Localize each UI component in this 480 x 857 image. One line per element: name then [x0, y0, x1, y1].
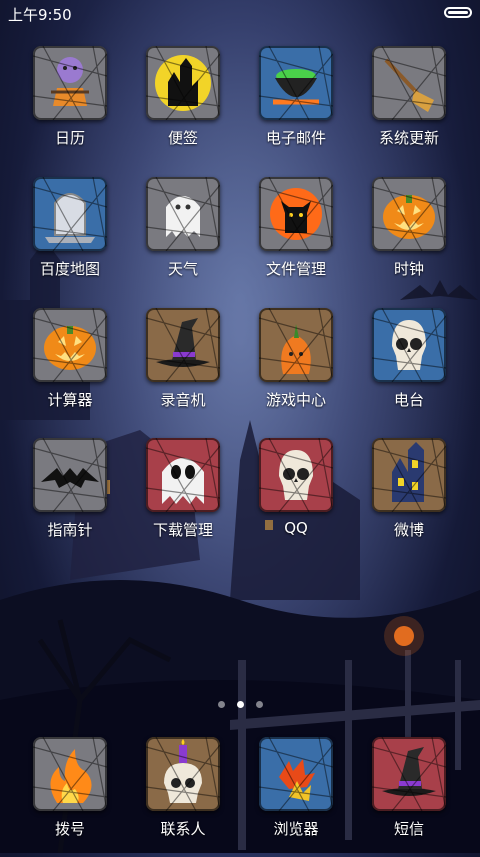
status-bar: 上午9:50	[0, 0, 480, 26]
app-label: 下载管理	[152, 521, 213, 539]
app-label: 时钟	[393, 260, 424, 278]
app-item[interactable]: 系统更新	[359, 42, 459, 162]
skull-icon[interactable]	[259, 438, 333, 512]
app-label: 电子邮件	[265, 129, 326, 147]
app-item[interactable]: 便签	[133, 42, 233, 162]
ghost-skull-icon[interactable]	[146, 438, 220, 512]
app-label: 指南针	[47, 521, 93, 539]
dock: 拨号 联系人 浏览器 短信	[0, 733, 480, 853]
app-item[interactable]: 时钟	[359, 173, 459, 293]
app-item[interactable]: 指南针	[20, 434, 120, 554]
app-item[interactable]: 录音机	[133, 304, 233, 424]
app-item[interactable]: 计算器	[20, 304, 120, 424]
haunted-house-moon-icon[interactable]	[146, 46, 220, 120]
app-item[interactable]: 日历	[20, 42, 120, 162]
pumpkin-icon[interactable]	[259, 308, 333, 382]
app-label: 录音机	[160, 391, 206, 409]
broom-icon[interactable]	[372, 46, 446, 120]
page-dot[interactable]	[256, 701, 263, 708]
dock-item[interactable]: 短信	[359, 733, 459, 853]
app-label: 天气	[167, 260, 198, 278]
black-cat-icon[interactable]	[259, 177, 333, 251]
app-label: 日历	[54, 129, 85, 147]
app-label: 游戏中心	[265, 391, 326, 409]
app-item[interactable]: 文件管理	[246, 173, 346, 293]
cauldron-icon[interactable]	[259, 46, 333, 120]
dock-item[interactable]: 拨号	[20, 733, 120, 853]
dock-item[interactable]: 联系人	[133, 733, 233, 853]
app-item[interactable]: 下载管理	[133, 434, 233, 554]
page-indicator	[0, 701, 480, 711]
witch-hat-icon[interactable]	[146, 308, 220, 382]
dock-label: 浏览器	[273, 820, 319, 838]
dock-label: 短信	[393, 820, 424, 838]
app-label: 电台	[393, 391, 424, 409]
jack-o-lantern-icon[interactable]	[33, 308, 107, 382]
app-label: 百度地图	[39, 260, 100, 278]
app-label: 文件管理	[265, 260, 326, 278]
page-dot[interactable]	[218, 701, 225, 708]
dock-label: 拨号	[54, 820, 85, 838]
app-item[interactable]: 天气	[133, 173, 233, 293]
app-item[interactable]: 微博	[359, 434, 459, 554]
app-label: 微博	[393, 521, 424, 539]
ghost-icon[interactable]	[146, 177, 220, 251]
skull-icon[interactable]	[372, 308, 446, 382]
jack-o-lantern-icon[interactable]	[372, 177, 446, 251]
scarecrow-icon[interactable]	[33, 46, 107, 120]
app-label: 计算器	[47, 391, 93, 409]
haunted-house-icon[interactable]	[372, 438, 446, 512]
autumn-leaves-icon[interactable]	[259, 737, 333, 811]
flame-icon[interactable]	[33, 737, 107, 811]
app-item[interactable]: 电子邮件	[246, 42, 346, 162]
dock-item[interactable]: 浏览器	[246, 733, 346, 853]
app-item[interactable]: 百度地图	[20, 173, 120, 293]
app-label: QQ	[284, 519, 308, 537]
page-dot[interactable]	[237, 701, 244, 708]
bat-icon[interactable]	[33, 438, 107, 512]
app-item[interactable]: QQ	[246, 434, 346, 554]
app-label: 系统更新	[378, 129, 439, 147]
app-item[interactable]: 游戏中心	[246, 304, 346, 424]
tombstone-icon[interactable]	[33, 177, 107, 251]
dock-label: 联系人	[160, 820, 206, 838]
skull-candle-icon[interactable]	[146, 737, 220, 811]
app-label: 便签	[167, 129, 198, 147]
status-time: 上午9:50	[8, 6, 72, 24]
battery-icon	[444, 7, 472, 18]
app-item[interactable]: 电台	[359, 304, 459, 424]
witch-hat-icon[interactable]	[372, 737, 446, 811]
